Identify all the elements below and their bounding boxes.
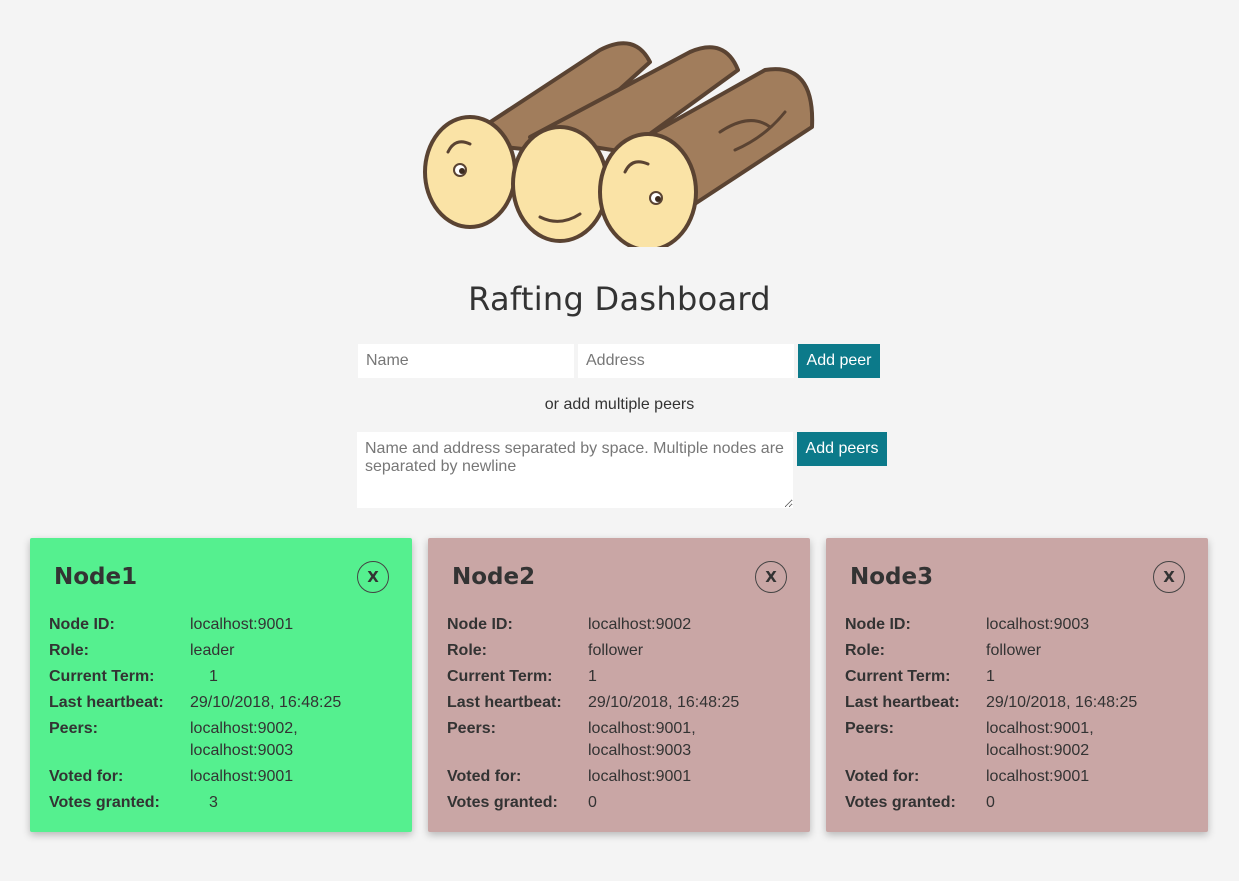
node-title: Node2 xyxy=(452,564,536,590)
last-heartbeat-value: 29/10/2018, 16:48:25 xyxy=(588,694,740,711)
current-term-value: 1 xyxy=(588,668,597,685)
multiple-peers-textarea[interactable] xyxy=(357,432,793,508)
node-id-label: Node ID: xyxy=(845,616,911,633)
or-add-multiple-text: or add multiple peers xyxy=(544,396,695,413)
votes-granted-value: 3 xyxy=(209,794,218,811)
node-card-node2: Node2 X Node ID: localhost:9002 Role: foll… xyxy=(428,538,810,832)
votes-granted-label: Votes granted: xyxy=(49,794,160,811)
role-label: Role: xyxy=(447,642,487,659)
peers-value-line1: localhost:9001, xyxy=(986,720,1094,737)
role-label: Role: xyxy=(845,642,885,659)
node-id-value: localhost:9001 xyxy=(190,616,294,633)
node-id-value: localhost:9003 xyxy=(986,616,1090,633)
last-heartbeat-value: 29/10/2018, 16:48:25 xyxy=(986,694,1138,711)
node-id-label: Node ID: xyxy=(447,616,513,633)
last-heartbeat-value: 29/10/2018, 16:48:25 xyxy=(190,694,342,711)
current-term-label: Current Term: xyxy=(49,668,155,685)
votes-granted-label: Votes granted: xyxy=(845,794,956,811)
voted-for-label: Voted for: xyxy=(447,768,522,785)
last-heartbeat-label: Last heartbeat: xyxy=(49,694,164,711)
role-value: follower xyxy=(986,642,1042,659)
votes-granted-value: 0 xyxy=(986,794,995,811)
node-id-label: Node ID: xyxy=(49,616,115,633)
node-card-node1: Node1 X Node ID: localhost:9001 Role: lead… xyxy=(30,538,412,832)
peer-name-input[interactable] xyxy=(358,344,574,378)
node-id-value: localhost:9002 xyxy=(588,616,692,633)
role-value: follower xyxy=(588,642,644,659)
current-term-label: Current Term: xyxy=(845,668,951,685)
voted-for-value: localhost:9001 xyxy=(190,768,294,785)
votes-granted-value: 0 xyxy=(588,794,597,811)
add-peer-button[interactable]: Add peer xyxy=(798,344,880,378)
voted-for-label: Voted for: xyxy=(845,768,920,785)
peers-value-line2: localhost:9003 xyxy=(190,742,294,759)
peers-label: Peers: xyxy=(447,720,496,737)
remove-node-button[interactable]: X xyxy=(1153,561,1185,593)
peer-address-input[interactable] xyxy=(578,344,794,378)
node-title: Node3 xyxy=(850,564,934,590)
role-value: leader xyxy=(190,642,235,659)
node-card-node3: Node3 X Node ID: localhost:9003 Role: foll… xyxy=(826,538,1208,832)
peers-value-line1: localhost:9001, xyxy=(588,720,696,737)
current-term-label: Current Term: xyxy=(447,668,553,685)
peers-label: Peers: xyxy=(49,720,98,737)
peers-label: Peers: xyxy=(845,720,894,737)
logs-logo-icon xyxy=(423,41,815,247)
voted-for-value: localhost:9001 xyxy=(986,768,1090,785)
current-term-value: 1 xyxy=(209,668,218,685)
peers-value-line1: localhost:9002, xyxy=(190,720,298,737)
voted-for-label: Voted for: xyxy=(49,768,124,785)
last-heartbeat-label: Last heartbeat: xyxy=(845,694,960,711)
add-peers-button[interactable]: Add peers xyxy=(797,432,887,466)
remove-node-button[interactable]: X xyxy=(755,561,787,593)
votes-granted-label: Votes granted: xyxy=(447,794,558,811)
voted-for-value: localhost:9001 xyxy=(588,768,692,785)
peers-value-line2: localhost:9002 xyxy=(986,742,1090,759)
remove-node-button[interactable]: X xyxy=(357,561,389,593)
page-title: Rafting Dashboard xyxy=(468,280,771,318)
last-heartbeat-label: Last heartbeat: xyxy=(447,694,562,711)
current-term-value: 1 xyxy=(986,668,995,685)
peers-value-line2: localhost:9003 xyxy=(588,742,692,759)
node-title: Node1 xyxy=(54,564,138,590)
role-label: Role: xyxy=(49,642,89,659)
